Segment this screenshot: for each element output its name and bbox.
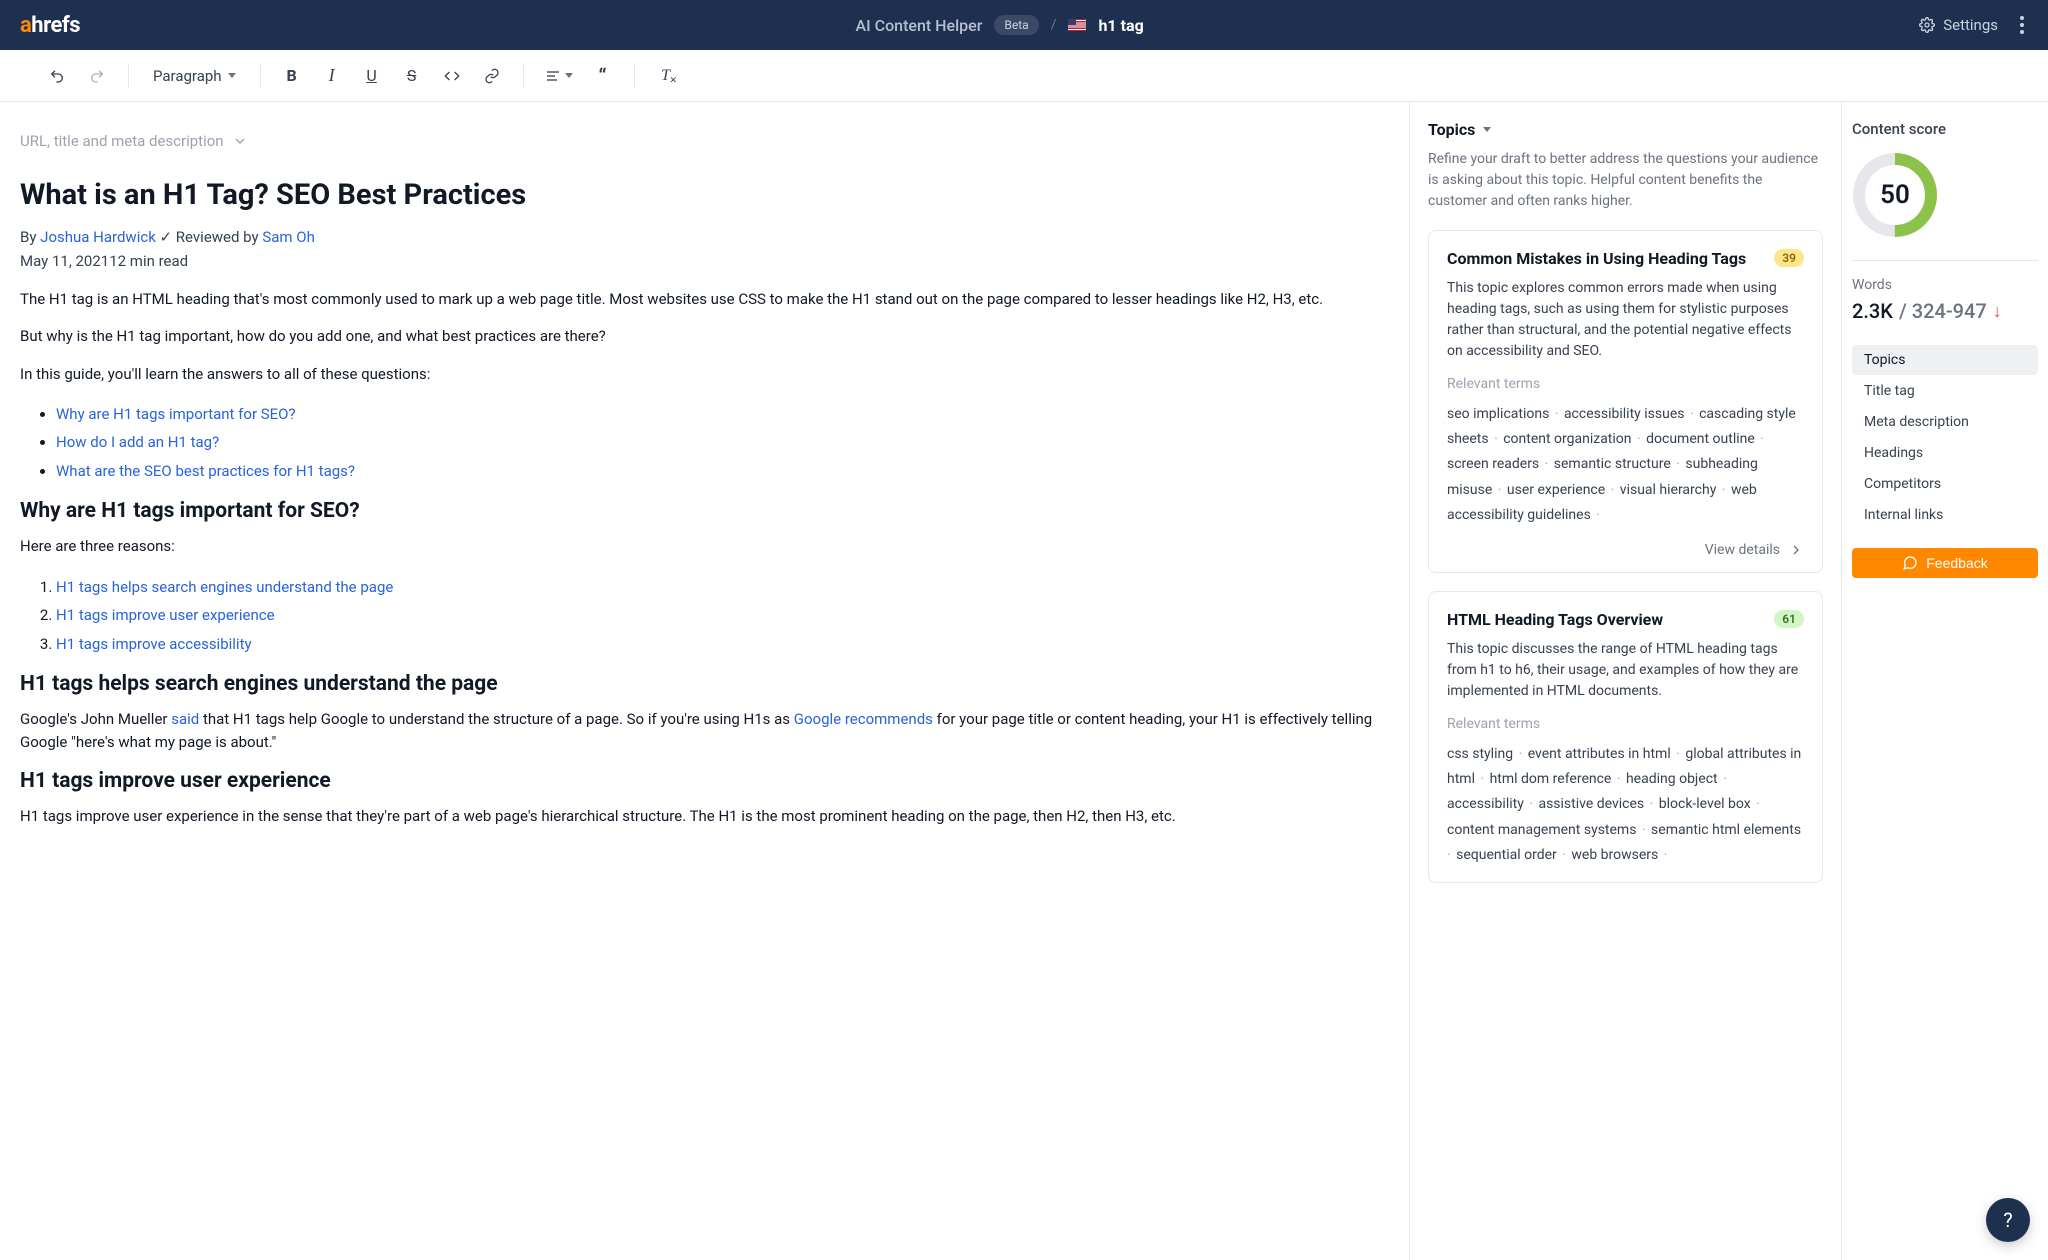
topics-dropdown[interactable]: Topics — [1428, 120, 1823, 139]
paragraph[interactable]: Here are three reasons: — [20, 535, 1381, 558]
help-button[interactable]: ? — [1986, 1198, 2030, 1242]
list-item[interactable]: Why are H1 tags important for SEO? — [56, 400, 1381, 429]
reasons-list: H1 tags helps search engines understand … — [20, 573, 1381, 659]
align-icon — [545, 68, 561, 84]
heading-2[interactable]: H1 tags helps search engines understand … — [20, 672, 1381, 696]
author-link[interactable]: Joshua Hardwick — [40, 228, 156, 246]
list-item[interactable]: H1 tags improve accessibility — [56, 630, 1381, 659]
words-value: 2.3K / 324-947 ↓ — [1852, 299, 2038, 323]
score-nav-item[interactable]: Meta description — [1852, 407, 2038, 437]
link-icon — [484, 68, 500, 84]
paragraph[interactable]: But why is the H1 tag important, how do … — [20, 325, 1381, 348]
score-ring: 50 — [1852, 152, 1938, 238]
article-title[interactable]: What is an H1 Tag? SEO Best Practices — [20, 178, 1381, 212]
topic-score-badge: 39 — [1774, 249, 1804, 267]
paragraph-dropdown[interactable]: Paragraph — [143, 59, 246, 93]
logo[interactable]: ahrefs — [20, 13, 80, 38]
flag-icon — [1068, 19, 1086, 31]
heading-2[interactable]: H1 tags improve user experience — [20, 769, 1381, 793]
redo-button[interactable] — [80, 59, 114, 93]
quote-button[interactable]: “ — [586, 59, 620, 93]
chevron-down-icon — [565, 73, 573, 78]
paragraph[interactable]: Google's John Mueller said that H1 tags … — [20, 708, 1381, 755]
score-value: 50 — [1852, 152, 1938, 238]
link-button[interactable] — [475, 59, 509, 93]
main-layout: URL, title and meta description What is … — [0, 102, 2048, 1260]
list-item[interactable]: What are the SEO best practices for H1 t… — [56, 457, 1381, 486]
arrow-down-icon: ↓ — [1993, 301, 2002, 322]
score-nav-item[interactable]: Headings — [1852, 438, 2038, 468]
align-button[interactable] — [538, 59, 580, 93]
relevant-terms: seo implications · accessibility issues … — [1447, 402, 1804, 528]
relevant-terms: css styling · event attributes in html ·… — [1447, 742, 1804, 868]
underline-button[interactable]: U — [355, 59, 389, 93]
dateline: May 11, 202112 min read — [20, 252, 1381, 270]
topic-title: HTML Heading Tags Overview — [1447, 610, 1663, 629]
bold-button[interactable]: B — [275, 59, 309, 93]
settings-label: Settings — [1943, 16, 1998, 34]
topic-card[interactable]: Common Mistakes in Using Heading Tags 39… — [1428, 230, 1823, 573]
score-nav-item[interactable]: Title tag — [1852, 376, 2038, 406]
chevron-down-icon — [228, 73, 236, 78]
clear-format-button[interactable]: T✕ — [649, 59, 683, 93]
recommends-link[interactable]: Google recommends — [794, 710, 933, 728]
score-title: Content score — [1852, 120, 2038, 138]
heading-2[interactable]: Why are H1 tags important for SEO? — [20, 499, 1381, 523]
reviewer-link[interactable]: Sam Oh — [262, 228, 315, 246]
list-item[interactable]: H1 tags improve user experience — [56, 601, 1381, 630]
chevron-down-icon — [1483, 127, 1491, 132]
editor-toolbar: Paragraph B I U S “ T✕ — [0, 50, 2048, 102]
undo-button[interactable] — [40, 59, 74, 93]
relevant-terms-label: Relevant terms — [1447, 376, 1804, 392]
paragraph[interactable]: In this guide, you'll learn the answers … — [20, 363, 1381, 386]
beta-badge: Beta — [994, 15, 1038, 35]
app-header: ahrefs AI Content Helper Beta / h1 tag S… — [0, 0, 2048, 50]
chat-icon — [1902, 555, 1918, 571]
said-link[interactable]: said — [171, 710, 199, 728]
words-label: Words — [1852, 277, 2038, 293]
editor-column: URL, title and meta description What is … — [0, 102, 1410, 1260]
topic-title: Common Mistakes in Using Heading Tags — [1447, 249, 1746, 268]
meta-toggle[interactable]: URL, title and meta description — [20, 132, 1381, 150]
view-details-button[interactable]: View details — [1447, 542, 1804, 558]
list-item[interactable]: How do I add an H1 tag? — [56, 428, 1381, 457]
chevron-down-icon — [232, 133, 248, 149]
topic-description: This topic explores common errors made w… — [1447, 278, 1804, 362]
gear-icon — [1919, 17, 1935, 33]
strikethrough-button[interactable]: S — [395, 59, 429, 93]
app-title: AI Content Helper — [856, 16, 983, 35]
score-nav-item[interactable]: Topics — [1852, 345, 2038, 375]
keyword-label: h1 tag — [1098, 16, 1143, 35]
score-column: Content score 50 Words 2.3K / 324-947 ↓ … — [1842, 102, 2048, 1260]
chevron-right-icon — [1788, 542, 1804, 558]
code-icon — [444, 68, 460, 84]
score-nav: TopicsTitle tagMeta descriptionHeadingsC… — [1852, 345, 2038, 530]
italic-button[interactable]: I — [315, 59, 349, 93]
code-button[interactable] — [435, 59, 469, 93]
settings-button[interactable]: Settings — [1919, 16, 1998, 34]
feedback-button[interactable]: Feedback — [1852, 548, 2038, 578]
paragraph[interactable]: H1 tags improve user experience in the s… — [20, 805, 1381, 828]
topic-card[interactable]: HTML Heading Tags Overview 61 This topic… — [1428, 591, 1823, 883]
score-nav-item[interactable]: Competitors — [1852, 469, 2038, 499]
topic-description: This topic discusses the range of HTML h… — [1447, 639, 1804, 702]
relevant-terms-label: Relevant terms — [1447, 716, 1804, 732]
more-menu-button[interactable] — [2016, 12, 2028, 38]
header-center: AI Content Helper Beta / h1 tag — [80, 15, 1919, 35]
list-item[interactable]: H1 tags helps search engines understand … — [56, 573, 1381, 602]
topics-description: Refine your draft to better address the … — [1428, 149, 1823, 212]
score-nav-item[interactable]: Internal links — [1852, 500, 2038, 530]
paragraph[interactable]: The H1 tag is an HTML heading that's mos… — [20, 288, 1381, 311]
byline: By Joshua Hardwick ✓ Reviewed by Sam Oh — [20, 228, 1381, 246]
toc-list: Why are H1 tags important for SEO? How d… — [20, 400, 1381, 486]
header-right: Settings — [1919, 12, 2028, 38]
topic-score-badge: 61 — [1774, 610, 1804, 628]
redo-icon — [89, 68, 105, 84]
topics-column: Topics Refine your draft to better addre… — [1410, 102, 1842, 1260]
undo-icon — [49, 68, 65, 84]
breadcrumb-separator: / — [1051, 17, 1057, 33]
